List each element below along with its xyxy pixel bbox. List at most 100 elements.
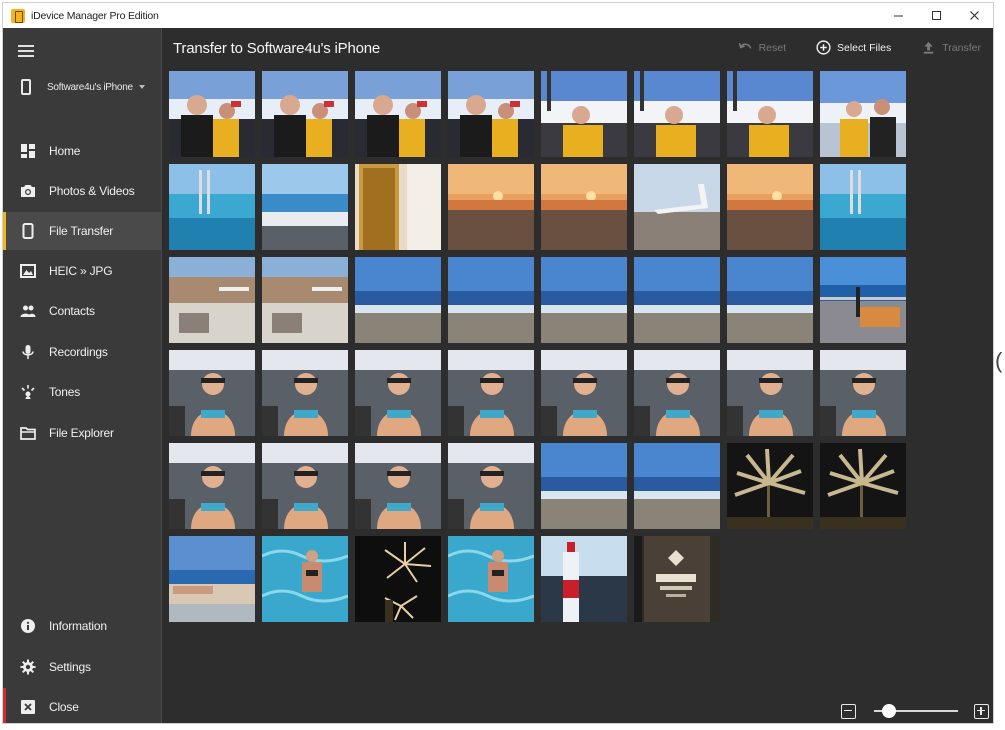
image-convert-icon — [19, 262, 37, 280]
photo-thumbnail[interactable] — [169, 164, 255, 250]
photo-thumbnail[interactable] — [634, 536, 720, 622]
minimize-button[interactable] — [879, 3, 917, 28]
photo-thumbnail[interactable] — [355, 536, 441, 622]
photo-thumbnail[interactable] — [355, 350, 441, 436]
sidebar-item-file-transfer[interactable]: File Transfer — [3, 212, 162, 250]
photo-thumbnail[interactable] — [169, 443, 255, 529]
chevron-down-icon — [138, 85, 145, 89]
photo-thumbnail[interactable] — [820, 164, 906, 250]
sidebar-item-label: Recordings — [49, 345, 108, 359]
photo-image — [355, 71, 441, 157]
photo-image — [727, 257, 813, 343]
photo-thumbnail[interactable] — [634, 443, 720, 529]
photo-thumbnail[interactable] — [727, 164, 813, 250]
photo-thumbnail[interactable] — [820, 350, 906, 436]
title-bar: iDevice Manager Pro Edition — [3, 3, 993, 28]
photo-thumbnail[interactable] — [541, 71, 627, 157]
sidebar-item-label: File Explorer — [49, 426, 114, 440]
photo-thumbnail[interactable] — [727, 443, 813, 529]
photo-thumbnail[interactable] — [634, 71, 720, 157]
zoom-in-button[interactable] — [974, 703, 989, 719]
menu-icon[interactable] — [18, 45, 34, 59]
photo-thumbnail[interactable] — [448, 536, 534, 622]
zoom-slider[interactable] — [874, 703, 958, 719]
maximize-icon — [931, 11, 941, 20]
photo-thumbnail[interactable] — [634, 164, 720, 250]
photo-thumbnail[interactable] — [541, 443, 627, 529]
sidebar-item-label: Close — [49, 700, 79, 714]
photo-image — [820, 443, 906, 529]
photo-thumbnail[interactable] — [169, 71, 255, 157]
edge-fragment: ( — [995, 348, 1003, 373]
photo-thumbnail[interactable] — [727, 257, 813, 343]
sidebar-item-recordings[interactable]: Recordings — [3, 333, 162, 371]
maximize-button[interactable] — [917, 3, 955, 28]
sidebar-item-contacts[interactable]: Contacts — [3, 292, 162, 330]
sidebar-item-label: Settings — [49, 660, 91, 674]
sidebar-item-tones[interactable]: Tones — [3, 373, 162, 411]
photo-thumbnail[interactable] — [448, 257, 534, 343]
photo-image — [634, 71, 720, 157]
photo-image — [541, 257, 627, 343]
zoom-slider-thumb[interactable] — [882, 704, 896, 718]
transfer-button[interactable]: Transfer — [921, 40, 981, 55]
photo-thumbnail[interactable] — [262, 350, 348, 436]
photo-image — [634, 257, 720, 343]
sidebar-item-file-explorer[interactable]: File Explorer — [3, 414, 162, 452]
photo-thumbnail[interactable] — [541, 536, 627, 622]
device-selector[interactable]: Software4u's iPhone — [3, 74, 162, 100]
photo-thumbnail[interactable] — [448, 443, 534, 529]
photo-thumbnail[interactable] — [634, 350, 720, 436]
photo-thumbnail[interactable] — [169, 350, 255, 436]
photo-thumbnail[interactable] — [169, 257, 255, 343]
photo-thumbnail[interactable] — [169, 536, 255, 622]
photo-thumbnail[interactable] — [262, 257, 348, 343]
photo-thumbnail[interactable] — [727, 71, 813, 157]
zoom-out-button[interactable] — [841, 703, 856, 719]
photo-thumbnail[interactable] — [355, 443, 441, 529]
minimize-icon — [893, 15, 903, 17]
photo-thumbnail[interactable] — [262, 443, 348, 529]
app-logo-icon — [11, 8, 25, 23]
sidebar-item-settings[interactable]: Settings — [3, 648, 162, 686]
photo-thumbnail[interactable] — [262, 536, 348, 622]
photo-thumbnail[interactable] — [634, 257, 720, 343]
sidebar-item-home[interactable]: Home — [3, 132, 162, 170]
photo-thumbnail[interactable] — [448, 164, 534, 250]
photo-thumbnail[interactable] — [820, 257, 906, 343]
photo-thumbnail[interactable] — [541, 257, 627, 343]
reset-label: Reset — [758, 41, 786, 54]
sidebar-item-information[interactable]: Information — [3, 607, 162, 645]
photo-image — [820, 257, 906, 343]
reset-button[interactable]: Reset — [738, 40, 786, 55]
photo-thumbnail[interactable] — [355, 257, 441, 343]
phone-icon — [21, 79, 31, 95]
photo-thumbnail[interactable] — [355, 71, 441, 157]
photo-thumbnail[interactable] — [448, 350, 534, 436]
photo-thumbnail[interactable] — [820, 71, 906, 157]
close-box-icon — [19, 698, 37, 716]
select-files-label: Select Files — [837, 41, 892, 54]
photo-thumbnail[interactable] — [541, 350, 627, 436]
close-window-button[interactable] — [955, 3, 993, 28]
photo-thumbnail[interactable] — [262, 164, 348, 250]
sidebar-item-heic-jpg[interactable]: HEIC » JPG — [3, 252, 162, 290]
photo-thumbnail[interactable] — [820, 443, 906, 529]
photo-image — [355, 350, 441, 436]
photo-thumbnail[interactable] — [355, 164, 441, 250]
zoom-control — [841, 701, 989, 721]
home-icon — [19, 142, 37, 160]
photo-thumbnail[interactable] — [262, 71, 348, 157]
photo-thumbnail[interactable] — [727, 350, 813, 436]
undo-icon — [738, 43, 751, 49]
select-files-button[interactable]: Select Files — [816, 40, 891, 55]
sidebar-item-photos-videos[interactable]: Photos & Videos — [3, 172, 162, 210]
phone-icon — [19, 222, 37, 240]
photo-image — [634, 350, 720, 436]
photo-image — [448, 536, 534, 622]
photo-image — [727, 71, 813, 157]
sidebar-item-close[interactable]: Close — [3, 688, 162, 723]
photo-thumbnail[interactable] — [448, 71, 534, 157]
camera-icon — [19, 182, 37, 200]
photo-thumbnail[interactable] — [541, 164, 627, 250]
